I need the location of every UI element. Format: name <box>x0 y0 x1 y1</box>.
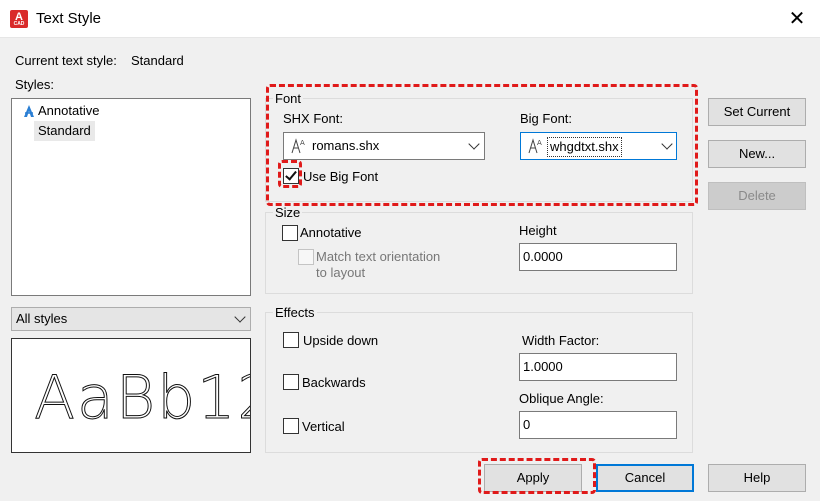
current-style-label: Current text style: <box>15 53 117 68</box>
title-bar: A CAD Text Style ✕ <box>0 0 820 38</box>
close-icon[interactable]: ✕ <box>784 6 810 32</box>
current-style-value: Standard <box>131 53 184 68</box>
match-orientation-checkbox[interactable] <box>298 249 314 265</box>
backwards-checkbox[interactable] <box>283 374 299 390</box>
styles-label: Styles: <box>15 77 55 92</box>
oblique-angle-label: Oblique Angle: <box>519 391 604 406</box>
svg-text:A: A <box>300 139 305 147</box>
vertical-checkbox[interactable] <box>283 418 299 434</box>
use-big-font-label: Use Big Font <box>303 169 379 184</box>
effects-group-title: Effects <box>273 305 317 320</box>
use-big-font-checkbox[interactable] <box>283 168 299 184</box>
big-font-label: Big Font: <box>520 111 573 126</box>
delete-button[interactable]: Delete <box>708 182 806 210</box>
height-input[interactable]: 0.0000 <box>519 243 677 271</box>
chevron-down-icon <box>468 138 480 150</box>
styles-filter-select[interactable]: All styles <box>11 307 251 331</box>
chevron-down-icon <box>661 138 673 150</box>
shx-font-icon: A <box>528 138 542 154</box>
shx-font-label: SHX Font: <box>283 111 343 126</box>
oblique-angle-input[interactable]: 0 <box>519 411 677 439</box>
height-label: Height <box>519 223 557 238</box>
style-item-standard[interactable]: Standard <box>34 121 95 141</box>
new-button[interactable]: New... <box>708 140 806 168</box>
annotative-icon <box>24 105 34 117</box>
set-current-button[interactable]: Set Current <box>708 98 806 126</box>
size-group-title: Size <box>273 205 303 220</box>
match-orientation-label: Match text orientation <box>316 249 441 264</box>
autocad-app-icon: A CAD <box>10 10 28 28</box>
help-button[interactable]: Help <box>708 464 806 492</box>
upside-down-checkbox[interactable] <box>283 332 299 348</box>
svg-text:A: A <box>537 139 542 147</box>
width-factor-label: Width Factor: <box>522 333 600 348</box>
vertical-label: Vertical <box>302 419 345 434</box>
match-orientation-label-line2: to layout <box>316 265 366 280</box>
window-title: Text Style <box>36 10 102 27</box>
backwards-label: Backwards <box>302 375 366 390</box>
upside-down-label: Upside down <box>303 333 379 348</box>
annotative-label: Annotative <box>300 225 362 240</box>
apply-button[interactable]: Apply <box>484 464 582 492</box>
chevron-down-icon <box>234 311 246 323</box>
cancel-button[interactable]: Cancel <box>596 464 694 492</box>
preview-box: AaBb12 <box>11 338 251 453</box>
shx-font-select[interactable]: A romans.shx <box>283 132 485 160</box>
font-group-title: Font <box>273 91 304 106</box>
annotative-checkbox[interactable] <box>282 225 298 241</box>
style-item-annotative[interactable]: Annotative <box>16 101 103 121</box>
width-factor-input[interactable]: 1.0000 <box>519 353 677 381</box>
preview-sample-text: AaBb12 <box>34 363 250 434</box>
big-font-select[interactable]: A whgdtxt.shx <box>520 132 677 160</box>
styles-list[interactable]: Annotative Standard <box>11 98 251 296</box>
checkmark-icon <box>285 168 297 181</box>
shx-font-icon: A <box>291 138 305 154</box>
